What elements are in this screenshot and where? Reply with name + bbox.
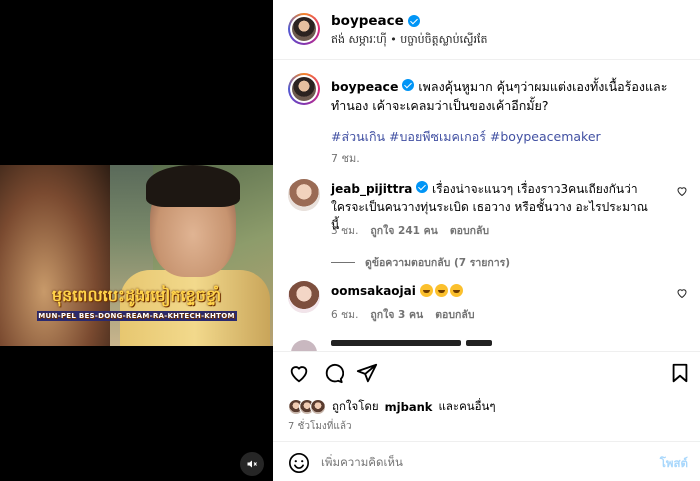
liked-by-suffix[interactable]: และคนอื่นๆ (438, 398, 495, 416)
muted-speaker-icon (247, 460, 257, 468)
video-player[interactable]: មុនពេលបេះដូងរមៀកខ្ទេចខ្ទាំ MUN-PEL BES-D… (0, 165, 273, 346)
post-actions: ถูกใจโดย mjbank และคนอื่นๆ 7 ชั่วโมงที่แ… (273, 351, 700, 441)
post-panel: boypeace ឥង់ សម្ភារៈហ៊ី • បច្ចាប់ចិត្តស្… (273, 0, 700, 481)
partial-comment-cutoff (288, 340, 688, 351)
view-replies-label[interactable]: ดูข้อความตอบกลับ (7 รายการ) (365, 254, 510, 271)
post-audio-subtitle[interactable]: ឥង់ សម្ភារៈហ៊ី • បច្ចាប់ចិត្តស្លាប់ស្ទើរ… (331, 33, 488, 49)
comment-meta: 6 ชม. ถูกใจ 3 คน ตอบกลับ (331, 306, 474, 323)
comment-time: 6 ชม. (331, 309, 359, 321)
like-heart-icon[interactable] (288, 362, 310, 384)
post-comment-button[interactable]: โพสต์ (660, 455, 688, 473)
replies-divider (331, 262, 355, 263)
comment-meta: 3 ชม. ถูกใจ 241 คน ตอบกลับ (331, 222, 489, 239)
hashtag-links[interactable]: #ส่วนเกิน #บอยพีซเมคเกอร์ #boypeacemaker (331, 129, 601, 144)
avatar[interactable] (288, 13, 320, 45)
verified-badge-icon (416, 181, 429, 193)
caption-hashtags[interactable]: #ส่วนเกิน #บอยพีซเมคเกอร์ #boypeacemaker (331, 127, 601, 147)
post-author[interactable]: boypeace (331, 13, 420, 29)
bookmark-icon[interactable] (669, 362, 691, 384)
subtitle-khmer: មុនពេលបេះដូងរមៀកខ្ទេចខ្ទាំ (51, 286, 222, 305)
avatar[interactable] (288, 73, 320, 105)
comment-text: oomsakaojai (331, 282, 651, 300)
view-replies-button[interactable]: ดูข้อความตอบกลับ (7 รายการ) (331, 254, 510, 271)
avatar[interactable] (288, 281, 320, 313)
comment-likes[interactable]: ถูกใจ 3 คน (370, 306, 423, 323)
avatar[interactable] (288, 179, 320, 211)
video-figure-hair (146, 165, 240, 207)
verified-badge-icon (407, 15, 420, 27)
caption-text: boypeace เพลงคุ้นหูมาก คุ้นๆว่าผมแต่งเอง… (331, 77, 681, 115)
heart-icon[interactable] (676, 185, 688, 197)
comment-item: jeab_pijittra เรื่องน่าจะแนวๆ เรื่องราว3… (288, 179, 688, 239)
share-send-icon[interactable] (356, 362, 378, 384)
video-subtitle: មុនពេលបេះដូងរមៀកខ្ទេចខ្ទាំ MUN-PEL BES-D… (0, 285, 273, 321)
post-author-name[interactable]: boypeace (331, 13, 404, 29)
comment-time: 3 ชม. (331, 225, 359, 237)
comment-item: oomsakaojai 6 ชม. ถูกใจ 3 คน ตอบกลับ (288, 281, 688, 331)
caption-author[interactable]: boypeace (331, 79, 398, 94)
emoji-smile-icon[interactable] (288, 452, 310, 474)
comments-scroll-area[interactable]: boypeace เพลงคุ้นหูมาก คุ้นๆว่าผมแต่งเอง… (273, 61, 700, 351)
laughing-emoji-icon (419, 284, 465, 298)
reply-button[interactable]: ตอบกลับ (450, 222, 489, 239)
mute-button[interactable] (240, 452, 264, 476)
subtitle-romanized: MUN-PEL BES-DONG-REAM-RA-KHTECH-KHTOM (36, 311, 237, 321)
add-comment-bar: โพสต์ (273, 441, 700, 481)
comment-author[interactable]: oomsakaojai (331, 284, 416, 298)
post-timestamp: 7 ชั่วโมงที่แล้ว (288, 421, 352, 432)
media-pane: មុនពេលបេះដូងរមៀកខ្ទេចខ្ទាំ MUN-PEL BES-D… (0, 0, 273, 481)
post-header: boypeace ឥង់ សម្ភារៈហ៊ី • បច្ចាប់ចិត្តស្… (273, 0, 700, 60)
liked-by-prefix: ถูกใจโดย (332, 399, 379, 413)
avatar (310, 399, 326, 415)
heart-icon[interactable] (676, 287, 688, 299)
liked-by[interactable]: ถูกใจโดย mjbank และคนอื่นๆ (288, 398, 496, 416)
comment-bubble-icon[interactable] (322, 362, 344, 384)
reply-button[interactable]: ตอบกลับ (435, 306, 474, 323)
liked-by-user[interactable]: mjbank (385, 400, 433, 414)
comment-author[interactable]: jeab_pijittra (331, 182, 412, 196)
comment-input[interactable] (321, 451, 621, 473)
verified-badge-icon (402, 79, 415, 91)
liked-by-avatars (288, 399, 326, 415)
caption-time: 7 ชม. (331, 152, 360, 165)
comment-likes[interactable]: ถูกใจ 241 คน (370, 222, 437, 239)
